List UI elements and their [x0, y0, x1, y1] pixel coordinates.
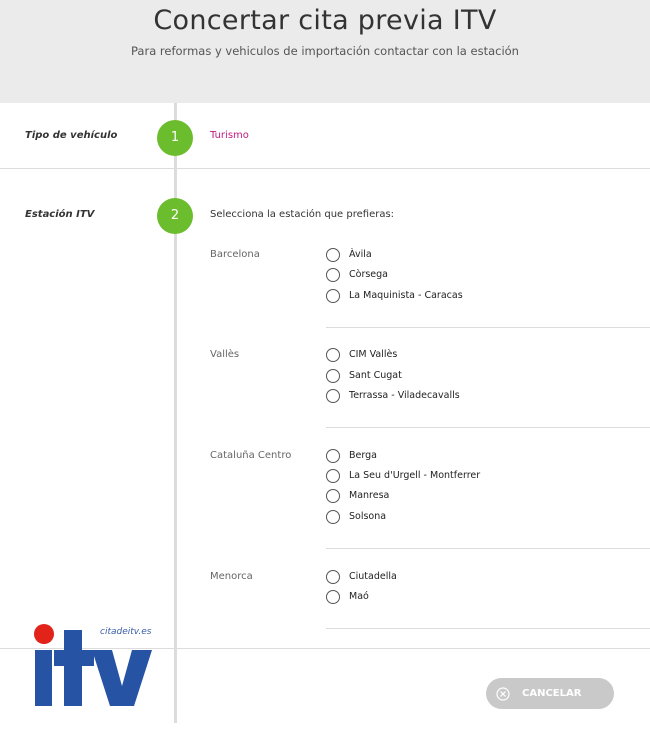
- station-option-manresa[interactable]: Manresa: [326, 487, 389, 504]
- station-label: Còrsega: [349, 269, 388, 280]
- station-option-corsega[interactable]: Còrsega: [326, 266, 388, 283]
- radio-unchecked-icon[interactable]: [326, 569, 340, 584]
- region-label-valles: Vallès: [210, 349, 240, 360]
- step-timeline: [174, 103, 177, 723]
- station-option-avila[interactable]: Àvila: [326, 246, 372, 263]
- station-option-berga[interactable]: Berga: [326, 447, 377, 464]
- radio-unchecked-icon[interactable]: [326, 448, 340, 463]
- radio-unchecked-icon[interactable]: [326, 589, 340, 604]
- radio-unchecked-icon[interactable]: [326, 388, 340, 403]
- itv-logo: citadeitv.es: [30, 620, 152, 712]
- station-label: Manresa: [349, 490, 390, 501]
- radio-unchecked-icon[interactable]: [326, 267, 340, 282]
- station-option-la-seu-durgell[interactable]: La Seu d'Urgell - Montferrer: [326, 467, 480, 484]
- station-label: La Maquinista - Caracas: [349, 290, 463, 301]
- station-option-sant-cugat[interactable]: Sant Cugat: [326, 367, 402, 384]
- region-label-menorca: Menorca: [210, 571, 253, 582]
- radio-unchecked-icon[interactable]: [326, 368, 340, 383]
- radio-unchecked-icon[interactable]: [326, 247, 340, 262]
- station-option-la-maquinista[interactable]: La Maquinista - Caracas: [326, 287, 463, 304]
- station-label: CIM Vallès: [349, 349, 398, 360]
- cancel-label: CANCELAR: [522, 688, 582, 699]
- station-prompt: Selecciona la estación que prefieras:: [210, 209, 395, 220]
- step-number-2: 2: [157, 198, 193, 234]
- radio-unchecked-icon[interactable]: [326, 468, 340, 483]
- section-divider: [0, 168, 650, 169]
- region-divider: [326, 427, 650, 428]
- region-label-cataluna-centro: Cataluña Centro: [210, 450, 292, 461]
- station-option-cim-valles[interactable]: CIM Vallès: [326, 346, 397, 363]
- region-divider: [326, 548, 650, 549]
- step-number-1: 1: [157, 120, 193, 156]
- station-option-mao[interactable]: Maó: [326, 588, 369, 605]
- station-label: Sant Cugat: [349, 370, 402, 381]
- vehicle-type-value[interactable]: Turismo: [210, 130, 249, 141]
- station-option-solsona[interactable]: Solsona: [326, 508, 386, 525]
- station-label: Berga: [349, 450, 377, 461]
- radio-unchecked-icon[interactable]: [326, 488, 340, 503]
- station-label: Solsona: [349, 511, 387, 522]
- page-title: Concertar cita previa ITV: [153, 5, 497, 36]
- station-label: Maó: [349, 591, 369, 602]
- step-label-station: Estación ITV: [25, 209, 95, 220]
- page-subtitle: Para reformas y vehiculos de importación…: [131, 44, 519, 58]
- region-label-barcelona: Barcelona: [210, 249, 260, 260]
- step-label-vehicle: Tipo de vehículo: [25, 130, 118, 141]
- radio-unchecked-icon[interactable]: [326, 288, 340, 303]
- close-circle-icon: [496, 686, 510, 701]
- region-divider: [326, 628, 650, 629]
- station-option-terrassa[interactable]: Terrassa - Viladecavalls: [326, 387, 460, 404]
- cancel-button[interactable]: CANCELAR: [486, 678, 614, 709]
- radio-unchecked-icon[interactable]: [326, 509, 340, 524]
- radio-unchecked-icon[interactable]: [326, 347, 340, 362]
- station-label: La Seu d'Urgell - Montferrer: [349, 470, 481, 481]
- page-header: Concertar cita previa ITV Para reformas …: [0, 0, 650, 103]
- station-label: Àvila: [349, 249, 372, 260]
- station-label: Ciutadella: [349, 571, 397, 582]
- station-label: Terrassa - Viladecavalls: [349, 390, 460, 401]
- region-divider: [326, 327, 650, 328]
- station-option-ciutadella[interactable]: Ciutadella: [326, 568, 397, 585]
- logo-site-text: citadeitv.es: [100, 627, 152, 637]
